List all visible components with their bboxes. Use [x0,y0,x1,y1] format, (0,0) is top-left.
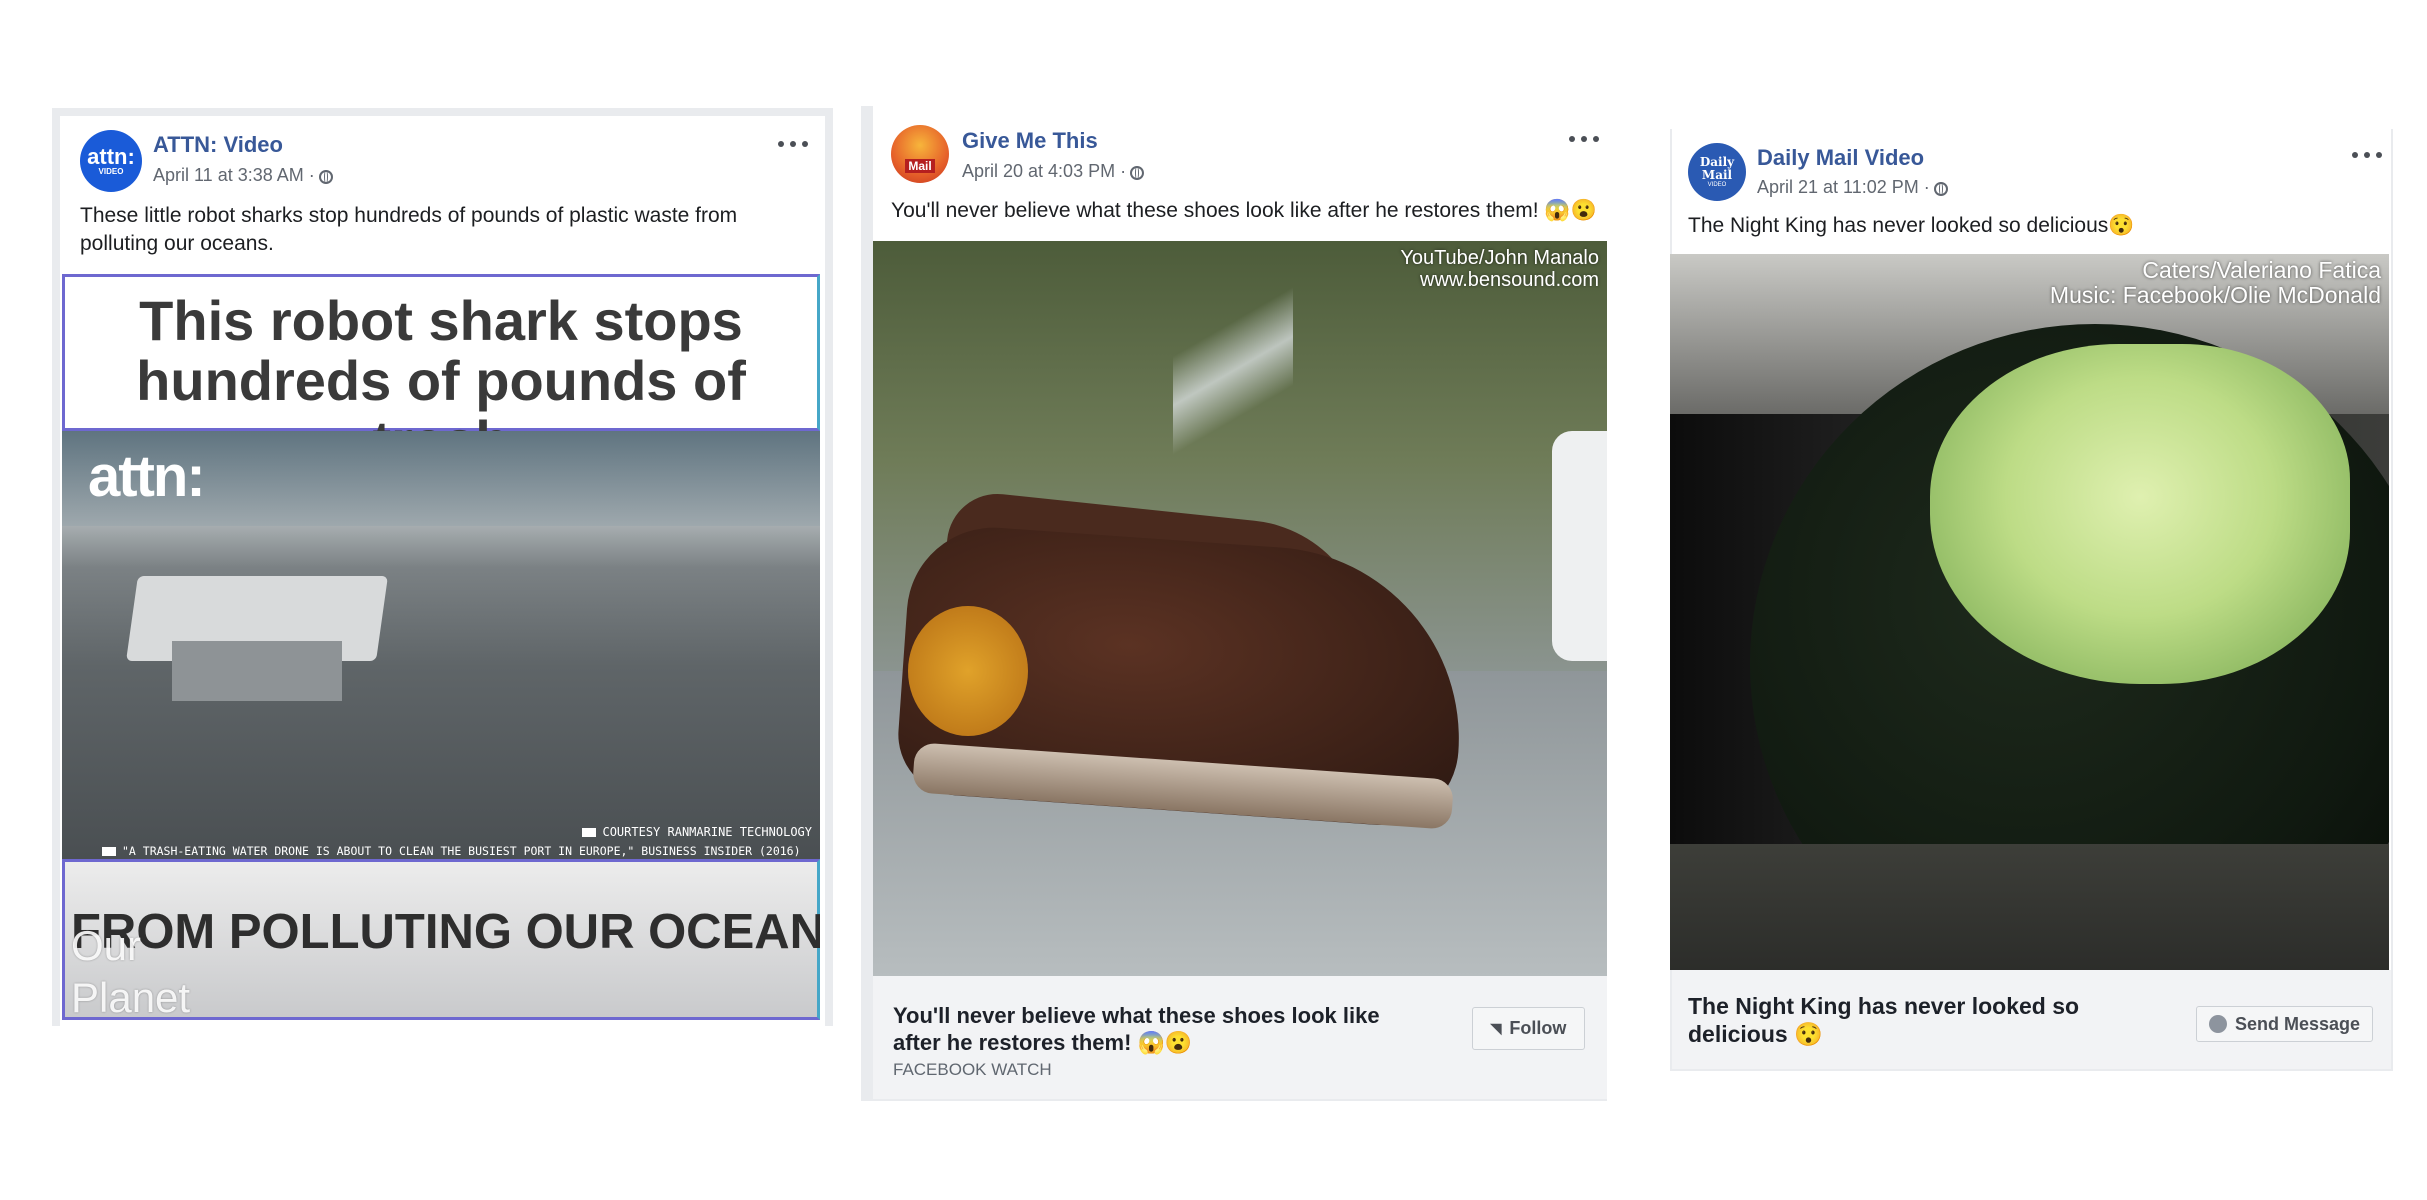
globe-icon [1130,166,1145,180]
attn-logo: attn: [88,444,206,509]
water-stream [1173,241,1293,501]
timestamp-text: April 20 at 4:03 PM · [962,161,1127,181]
give-me-this-avatar[interactable]: Mail [891,125,949,183]
attn-avatar[interactable]: attn: VIDEO [80,130,142,192]
page-name-link[interactable]: ATTN: Video [153,132,283,158]
more-options-icon[interactable] [778,137,808,151]
avatar-logo-text: attn: [87,143,135,169]
video-scene: attn: COURTESY RANMARINE TECHNOLOGY "A T… [62,431,820,859]
more-options-icon[interactable] [2352,148,2382,162]
rss-icon: ◥ [1490,1020,1502,1036]
timestamp-text: April 21 at 11:02 PM · [1757,177,1930,197]
send-message-button[interactable]: Send Message [2196,1006,2373,1042]
avatar-logo-text: Mail [905,159,935,173]
credit-line-2: www.bensound.com [1420,269,1599,291]
watermark: Our Planet [71,922,191,1020]
follow-button[interactable]: ◥ Follow [1472,1007,1585,1050]
post-text: You'll never believe what these shoes lo… [891,199,1597,222]
post-timestamp[interactable]: April 20 at 4:03 PM · [962,161,1145,182]
post-timestamp[interactable]: April 11 at 3:38 AM · [153,165,333,186]
daily-mail-avatar[interactable]: Daily Mail VIDEO [1688,143,1746,201]
globe-icon [1933,182,1948,196]
post-footer: The Night King has never looked so delic… [1672,970,2391,1069]
credit-line-1: Caters/Valeriano Fatica [2142,257,2381,283]
post-text: The Night King has never looked so delic… [1688,214,2135,237]
shoe-heel-accent [908,606,1028,736]
table-scraps [1670,844,2389,970]
cup [1552,431,1607,661]
send-message-label: Send Message [2234,1013,2361,1034]
credit-line-2: Music: Facebook/Olie McDonald [2049,282,2381,308]
footer-title[interactable]: You'll never believe what these shoes lo… [893,1002,1383,1056]
video-player[interactable]: YouTube/John Manalo www.bensound.com [873,241,1607,976]
video-credit: COURTESY RANMARINE TECHNOLOGY [582,825,812,839]
footer-title[interactable]: The Night King has never looked so delic… [1688,992,2178,1048]
video-headline-banner: This robot shark stops hundreds of pound… [62,274,820,471]
globe-icon [318,170,333,184]
page-name-link[interactable]: Daily Mail Video [1757,145,1924,171]
video-credit: Caters/Valeriano Fatica Music: Facebook/… [2050,258,2381,308]
avatar-sub-text: VIDEO [98,166,124,176]
messenger-icon [2208,1015,2227,1033]
footer-source: FACEBOOK WATCH [893,1060,1052,1079]
video-player[interactable]: Caters/Valeriano Fatica Music: Facebook/… [1670,254,2389,970]
trash-bin [172,641,342,701]
avatar-logo-text: Daily Mail [1699,155,1735,182]
follow-label: Follow [1509,1018,1567,1038]
credit-line-1: YouTube/John Manalo [1400,247,1599,269]
camera-icon [582,828,597,837]
video-credit: YouTube/John Manalo www.bensound.com [1400,247,1599,291]
post-text: These little robot sharks stop hundreds … [80,204,738,255]
post-footer: You'll never believe what these shoes lo… [873,976,1607,1099]
book-icon [102,847,116,856]
carved-face [1930,344,2350,684]
more-options-icon[interactable] [1569,132,1599,146]
post-timestamp[interactable]: April 21 at 11:02 PM · [1757,177,1948,198]
video-quote: "A TRASH-EATING WATER DRONE IS ABOUT TO … [102,844,801,858]
avatar-sub-text: VIDEO [1707,182,1727,188]
quote-text: "A TRASH-EATING WATER DRONE IS ABOUT TO … [122,844,801,858]
video-player[interactable]: This robot shark stops hundreds of pound… [62,274,820,1020]
page-name-link[interactable]: Give Me This [962,128,1098,154]
video-bottom-banner: FROM POLLUTING OUR OCEANS Our Planet [62,859,820,1020]
credit-text: COURTESY RANMARINE TECHNOLOGY [602,825,812,839]
timestamp-text: April 11 at 3:38 AM · [153,165,315,185]
